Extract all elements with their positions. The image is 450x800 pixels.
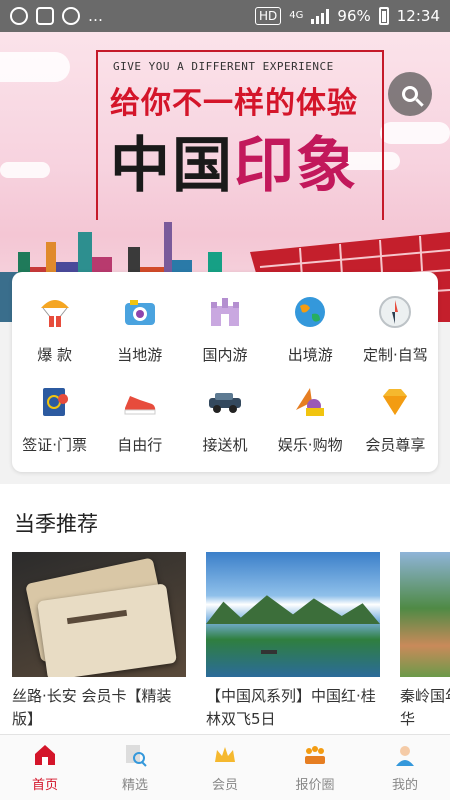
home-icon	[32, 742, 58, 768]
category-label: 出境游	[287, 346, 333, 364]
camera-icon	[120, 292, 160, 332]
category-label: 爆 款	[37, 346, 72, 364]
recommend-card[interactable]: 秦岭国年华	[400, 552, 450, 732]
nav-item-document-search[interactable]: 精选	[90, 735, 180, 800]
sneaker-icon	[120, 382, 160, 422]
guilin-landscape-image	[206, 552, 380, 677]
recommend-title: 秦岭国年华	[400, 687, 450, 728]
status-bar-right: HD 4G 96% 12:34	[255, 7, 440, 25]
category-castle[interactable]: 国内游	[182, 284, 267, 374]
nav-label: 首页	[31, 778, 58, 793]
category-car[interactable]: 接送机	[182, 374, 267, 464]
group-icon	[302, 742, 328, 768]
status-bar: … HD 4G 96% 12:34	[0, 0, 450, 32]
nav-label: 报价圈	[295, 778, 335, 793]
car-icon	[205, 382, 245, 422]
category-label: 自由行	[117, 436, 163, 454]
category-label: 娱乐·购物	[277, 436, 343, 454]
banner-tagline-en: GIVE YOU A DIFFERENT EXPERIENCE	[113, 60, 334, 73]
category-compass[interactable]: 定制·自驾	[353, 284, 438, 374]
nav-item-home[interactable]: 首页	[0, 735, 90, 800]
category-globe[interactable]: 出境游	[268, 284, 353, 374]
battery-percent: 96%	[337, 7, 371, 25]
compass-icon	[375, 292, 415, 332]
category-sneaker[interactable]: 自由行	[97, 374, 182, 464]
more-notifications-icon: …	[88, 7, 103, 25]
network-type: 4G	[289, 10, 304, 21]
category-label: 国内游	[202, 346, 248, 364]
shopping-icon	[290, 382, 330, 422]
category-label: 接送机	[202, 436, 248, 454]
seasonal-recommendations: 当季推荐 丝路·长安 会员卡【精装版】 【中国风系列】中国红·桂林双飞5日 秦岭…	[0, 484, 450, 734]
globe-icon	[290, 292, 330, 332]
category-diamond[interactable]: 会员尊享	[353, 374, 438, 464]
battery-icon	[378, 7, 389, 25]
search-icon	[402, 86, 418, 102]
diamond-icon	[375, 382, 415, 422]
category-label: 会员尊享	[365, 436, 426, 454]
passport-icon	[35, 382, 75, 422]
recommend-card[interactable]: 丝路·长安 会员卡【精装版】	[12, 552, 186, 732]
category-menu: 爆 款 当地游 国内游 出境游 定制·自驾签证·门票 自由行 接送机 娱乐·购物 会员尊享	[12, 272, 438, 472]
qinling-landscape-image	[400, 552, 450, 677]
category-label: 定制·自驾	[363, 346, 428, 364]
category-passport[interactable]: 签证·门票	[12, 374, 97, 464]
recommend-title: 丝路·长安 会员卡【精装版】	[12, 687, 172, 728]
search-button[interactable]	[388, 72, 432, 116]
signal-icon	[311, 8, 330, 24]
recommend-title: 【中国风系列】中国红·桂林双飞5日	[206, 687, 376, 728]
nav-item-user[interactable]: 我的	[360, 735, 450, 800]
category-shopping[interactable]: 娱乐·购物	[268, 374, 353, 464]
banner-tagline-cn: 给你不一样的体验	[110, 86, 358, 121]
document-search-icon	[122, 742, 148, 768]
bottom-navigation: 首页 精选 会员 报价圈 我的	[0, 734, 450, 800]
membership-card-image	[12, 552, 186, 677]
nav-item-group[interactable]: 报价圈	[270, 735, 360, 800]
section-title: 当季推荐	[14, 512, 98, 536]
recommend-list[interactable]: 丝路·长安 会员卡【精装版】 【中国风系列】中国红·桂林双飞5日 秦岭国年华	[12, 552, 450, 732]
notification-icon	[36, 7, 54, 25]
parachute-gift-icon	[35, 292, 75, 332]
category-label: 签证·门票	[22, 436, 87, 454]
banner-title: 中国印象	[110, 131, 358, 201]
user-icon	[392, 742, 418, 768]
nav-item-crown[interactable]: 会员	[180, 735, 270, 800]
nav-label: 我的	[391, 778, 418, 793]
nav-label: 会员	[211, 778, 238, 793]
nav-label: 精选	[121, 778, 148, 793]
category-label: 当地游	[117, 346, 163, 364]
clock: 12:34	[396, 7, 440, 25]
category-parachute-gift[interactable]: 爆 款	[12, 284, 97, 374]
weather-icon	[10, 7, 28, 25]
hd-badge: HD	[255, 7, 282, 25]
castle-icon	[205, 292, 245, 332]
category-camera[interactable]: 当地游	[97, 284, 182, 374]
status-bar-left: …	[10, 7, 103, 25]
crown-icon	[212, 742, 238, 768]
sync-icon	[62, 7, 80, 25]
recommend-card[interactable]: 【中国风系列】中国红·桂林双飞5日	[206, 552, 380, 732]
